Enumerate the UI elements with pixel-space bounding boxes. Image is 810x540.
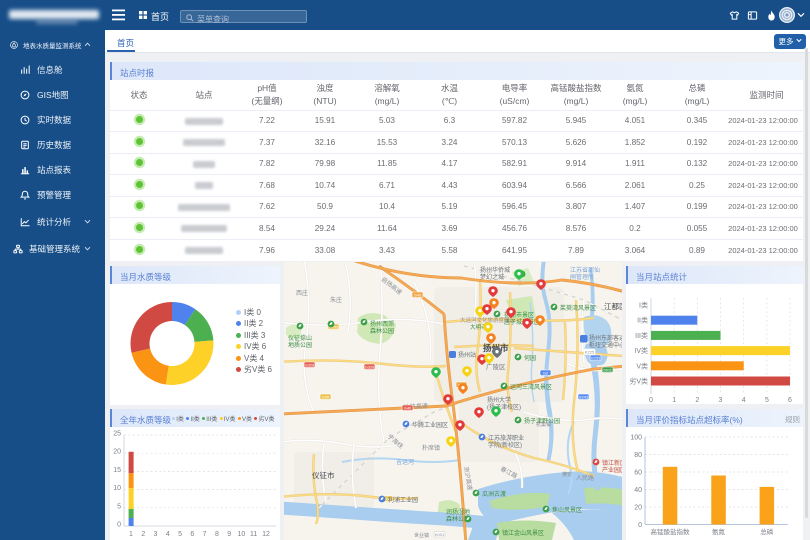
svg-text:I类: I类: [639, 301, 648, 310]
svg-text:何园: 何园: [524, 354, 536, 362]
svg-text:11: 11: [250, 531, 257, 538]
svg-text:S35: S35: [322, 394, 330, 399]
svg-text:朴席镇: 朴席镇: [422, 444, 440, 452]
svg-text:4: 4: [742, 397, 746, 404]
svg-text:润扬湿地: 润扬湿地: [446, 508, 470, 516]
svg-text:瓜洲古渡: 瓜洲古渡: [482, 490, 506, 498]
svg-text:4: 4: [166, 531, 170, 538]
svg-text:2: 2: [695, 397, 699, 404]
svg-text:9: 9: [227, 531, 231, 538]
svg-text:仪征捺山: 仪征捺山: [288, 334, 312, 342]
svg-text:西庄: 西庄: [296, 289, 308, 297]
svg-text:人民路: 人民路: [576, 474, 594, 482]
svg-text:20: 20: [634, 505, 642, 512]
svg-text:S611: S611: [603, 367, 613, 372]
svg-text:10: 10: [113, 485, 121, 492]
svg-text:15: 15: [113, 467, 121, 474]
svg-text:5: 5: [765, 397, 769, 404]
svg-text:氨氮: 氨氮: [712, 527, 726, 536]
svg-text:江苏省邵仙: 江苏省邵仙: [570, 266, 600, 274]
svg-text:G328: G328: [365, 364, 376, 369]
svg-text:杭集镇: 杭集镇: [536, 421, 551, 428]
svg-text:利浦工业园: 利浦工业园: [388, 496, 418, 504]
svg-text:扬州站: 扬州站: [458, 351, 476, 359]
svg-text:40: 40: [634, 487, 642, 494]
svg-text:2: 2: [141, 531, 145, 538]
svg-text:II类: II类: [637, 316, 648, 325]
svg-text:60: 60: [634, 470, 642, 477]
svg-text:朱庄: 朱庄: [330, 296, 342, 304]
svg-text:地质公园: 地质公园: [288, 341, 312, 349]
svg-text:K225: K225: [585, 349, 595, 354]
svg-text:10: 10: [238, 531, 246, 538]
svg-text:5: 5: [178, 531, 182, 538]
svg-text:G40: G40: [404, 405, 412, 410]
svg-text:K001: K001: [435, 532, 445, 537]
svg-text:扬州大学: 扬州大学: [487, 396, 511, 404]
svg-text:20: 20: [113, 449, 121, 456]
svg-text:运河三湾风景区: 运河三湾风景区: [510, 383, 552, 391]
svg-text:镇江金山风景区: 镇江金山风景区: [502, 529, 544, 537]
svg-text:茱萸湾风景区: 茱萸湾风景区: [560, 304, 596, 312]
svg-text:江都区: 江都区: [604, 302, 622, 311]
svg-text:G328: G328: [305, 362, 316, 367]
svg-text:6: 6: [788, 397, 792, 404]
svg-text:6: 6: [190, 531, 194, 538]
svg-text:劣V类: 劣V类: [629, 377, 648, 386]
svg-text:镇江新区: 镇江新区: [602, 459, 622, 467]
svg-text:S49: S49: [414, 292, 422, 297]
svg-text:5: 5: [117, 503, 121, 510]
svg-text:III类: III类: [635, 331, 648, 340]
svg-text:1: 1: [129, 531, 133, 538]
svg-text:焦山风景区: 焦山风景区: [552, 506, 582, 514]
svg-text:扬州东部客运: 扬州东部客运: [589, 334, 622, 342]
svg-text:8: 8: [215, 531, 219, 538]
svg-text:3: 3: [719, 397, 723, 404]
svg-text:梦幻之城: 梦幻之城: [480, 273, 504, 281]
svg-text:吉运河: 吉运河: [396, 458, 414, 466]
svg-text:80: 80: [634, 452, 642, 459]
svg-text:S243: S243: [579, 394, 589, 399]
svg-text:学院(新校区): 学院(新校区): [488, 441, 522, 449]
svg-text:枢纽交通中心: 枢纽交通中心: [589, 341, 622, 349]
svg-text:世业镇: 世业镇: [414, 532, 429, 539]
svg-text:扬州华侨城: 扬州华侨城: [480, 266, 510, 274]
svg-text:森林公园: 森林公园: [370, 327, 394, 335]
svg-text:V类: V类: [636, 361, 648, 370]
svg-text:仪征市: 仪征市: [312, 470, 335, 480]
svg-text:1: 1: [672, 397, 676, 404]
svg-text:0: 0: [117, 522, 121, 529]
svg-text:IV类: IV类: [634, 346, 648, 355]
svg-text:扬州西郊: 扬州西郊: [370, 320, 394, 328]
svg-text:G2: G2: [543, 370, 549, 375]
svg-text:25: 25: [113, 431, 121, 438]
svg-text:华腾工业园区: 华腾工业园区: [412, 421, 448, 429]
svg-text:G233: G233: [591, 355, 602, 360]
svg-text:12: 12: [262, 531, 270, 538]
svg-text:3: 3: [154, 531, 158, 538]
svg-text:总磷: 总磷: [760, 527, 774, 536]
svg-text:产业园区: 产业园区: [602, 466, 622, 474]
svg-text:高锰酸盐指数: 高锰酸盐指数: [651, 527, 691, 536]
svg-text:横安: 横安: [562, 471, 572, 478]
svg-text:0: 0: [638, 522, 642, 529]
svg-text:0: 0: [649, 397, 653, 404]
svg-text:7: 7: [203, 531, 207, 538]
svg-text:闸管理所: 闸管理所: [570, 273, 594, 281]
svg-text:江苏旅游职业: 江苏旅游职业: [488, 434, 524, 442]
svg-text:100: 100: [630, 435, 642, 442]
